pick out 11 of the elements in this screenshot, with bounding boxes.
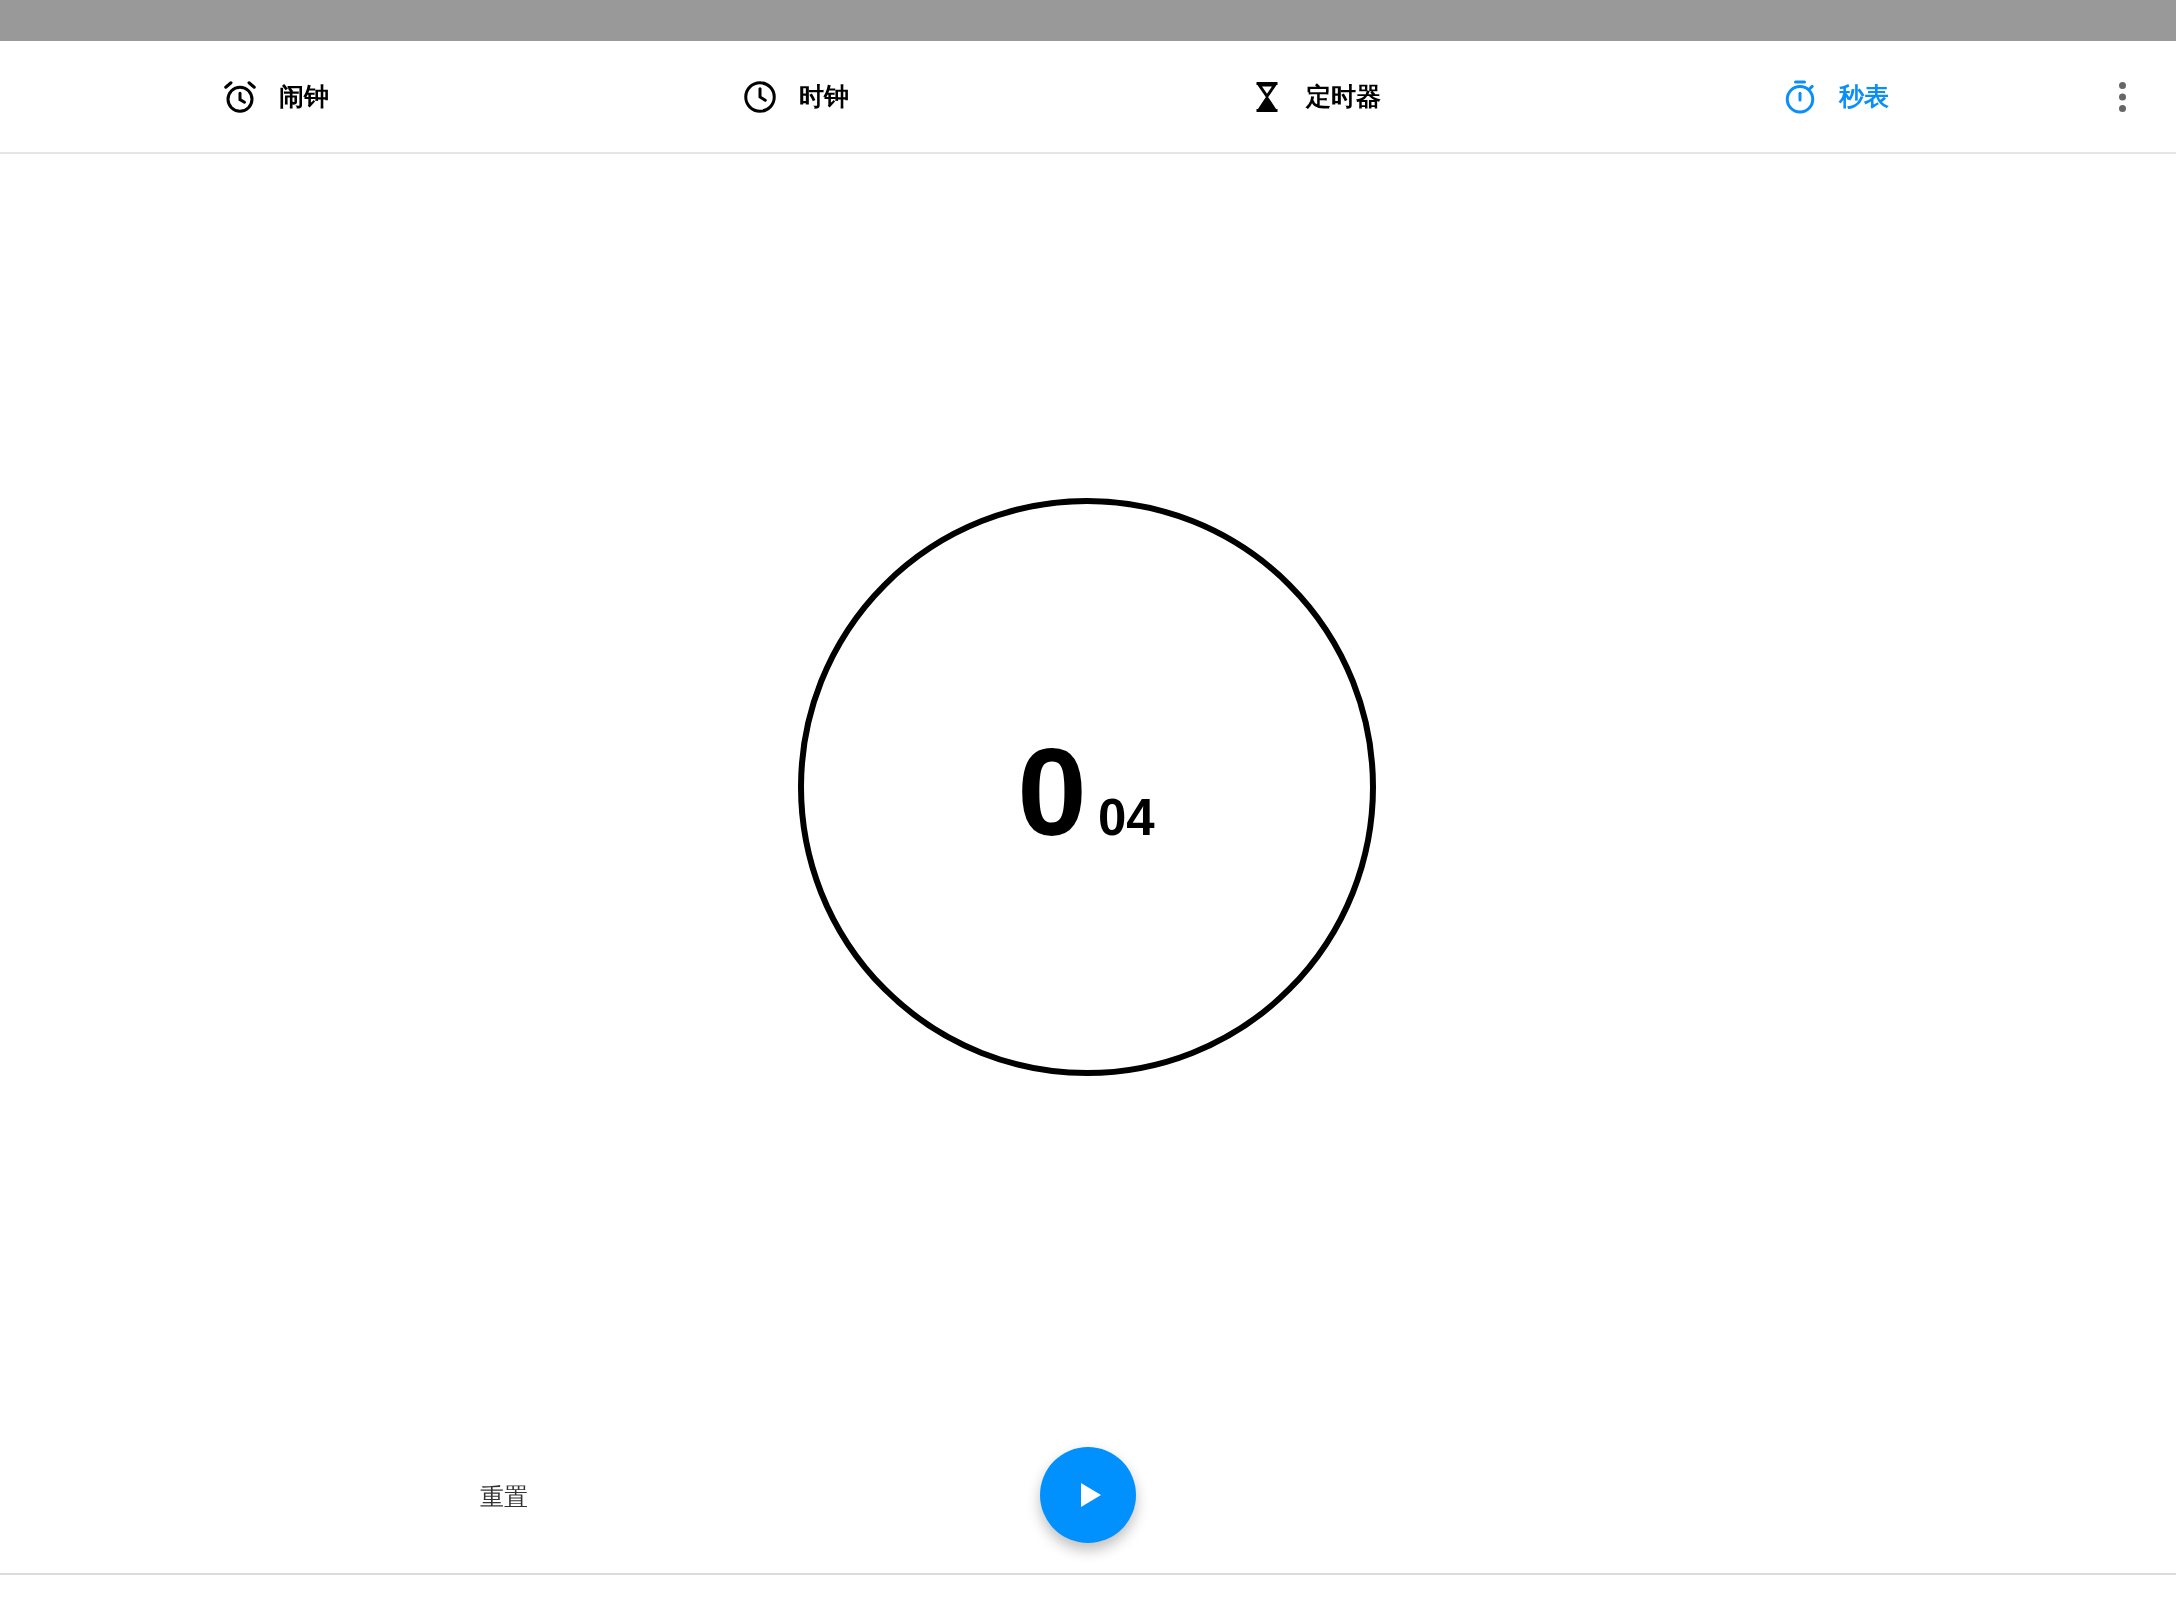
- reset-button[interactable]: 重置: [464, 1469, 544, 1525]
- alarm-clock-icon: [221, 78, 258, 115]
- tab[interactable]: 闹钟: [15, 41, 535, 152]
- fraction-value: 04: [1097, 791, 1155, 843]
- more-icon: [2118, 81, 2126, 112]
- clock-icon: [741, 78, 778, 115]
- seconds-value: 0: [1017, 728, 1087, 854]
- tab[interactable]: 定时器: [1055, 41, 1575, 152]
- tab[interactable]: 时钟: [535, 41, 1055, 152]
- play-icon: [1080, 1483, 1101, 1507]
- start-button[interactable]: [1040, 1447, 1136, 1543]
